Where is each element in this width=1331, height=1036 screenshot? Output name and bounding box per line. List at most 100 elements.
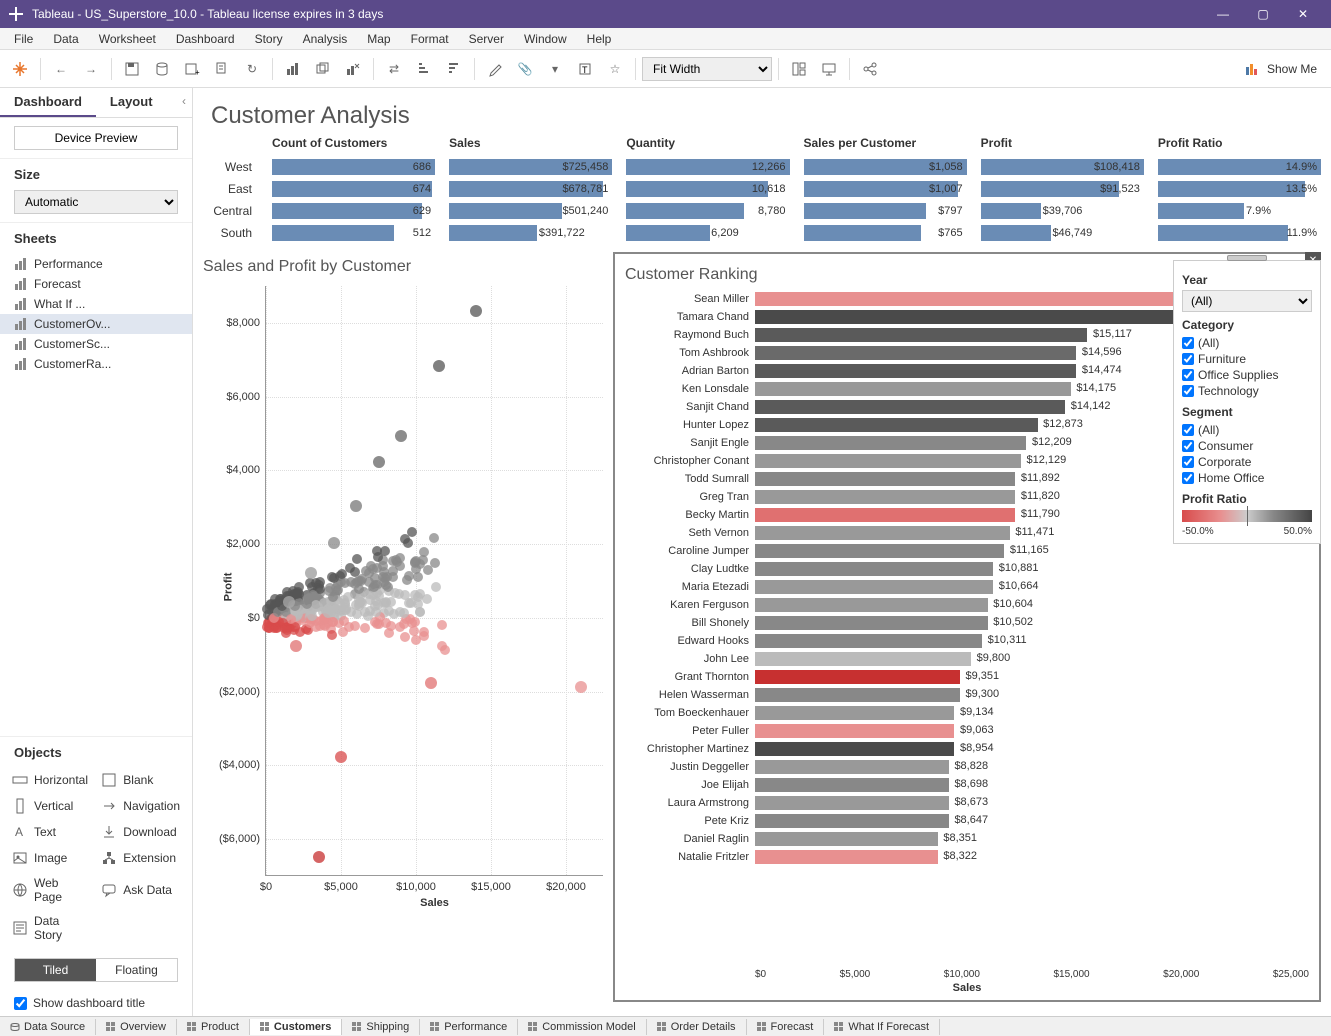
new-worksheet-button[interactable]	[279, 55, 307, 83]
save-button[interactable]	[118, 55, 146, 83]
worksheet-tab[interactable]: Customers	[250, 1019, 342, 1035]
scatter-point[interactable]	[419, 627, 429, 637]
category-check[interactable]	[1182, 385, 1194, 397]
scatter-point[interactable]	[437, 620, 447, 630]
scatter-point[interactable]	[437, 641, 447, 651]
menu-analysis[interactable]: Analysis	[293, 30, 358, 48]
scatter-point[interactable]	[340, 578, 350, 588]
scatter-point[interactable]	[400, 534, 410, 544]
summary-bar[interactable]: 11.9%	[1158, 222, 1321, 244]
scatter-plot[interactable]: Profit Sales $8,000$6,000$4,000$2,000$0(…	[265, 286, 603, 876]
scatter-point[interactable]	[373, 552, 383, 562]
refresh-dropdown[interactable]	[208, 55, 236, 83]
scatter-point[interactable]	[371, 607, 381, 617]
sort-desc-button[interactable]	[440, 55, 468, 83]
worksheet-tab[interactable]: Overview	[96, 1019, 177, 1035]
menu-window[interactable]: Window	[514, 30, 577, 48]
category-check[interactable]	[1182, 337, 1194, 349]
swap-button[interactable]: ⇄	[380, 55, 408, 83]
segment-check[interactable]	[1182, 440, 1194, 452]
ranking-row[interactable]: Peter Fuller$9,063	[625, 722, 1309, 740]
scatter-point[interactable]	[361, 566, 371, 576]
worksheet-tab[interactable]: What If Forecast	[824, 1019, 940, 1035]
scatter-point[interactable]	[283, 596, 295, 608]
fit-select[interactable]: Fit Width	[642, 57, 772, 81]
scatter-point[interactable]	[335, 751, 347, 763]
ranking-row[interactable]: Karen Ferguson$10,604	[625, 596, 1309, 614]
scatter-point[interactable]	[328, 592, 338, 602]
object-horizontal[interactable]: Horizontal	[8, 768, 93, 792]
menu-data[interactable]: Data	[43, 30, 88, 48]
sheet-item[interactable]: Forecast	[0, 274, 192, 294]
totals-dropdown[interactable]: ▾	[541, 55, 569, 83]
category-check[interactable]	[1182, 369, 1194, 381]
tab-layout[interactable]: Layout	[96, 88, 167, 117]
worksheet-tab[interactable]: Forecast	[747, 1019, 825, 1035]
tab-dashboard[interactable]: Dashboard	[0, 88, 96, 117]
scatter-point[interactable]	[381, 618, 391, 628]
tableau-icon[interactable]	[6, 55, 34, 83]
scatter-point[interactable]	[402, 575, 412, 585]
scatter-point[interactable]	[313, 851, 325, 863]
size-select[interactable]: Automatic	[14, 190, 178, 214]
summary-bar[interactable]: 674	[272, 178, 435, 200]
floating-button[interactable]: Floating	[96, 959, 177, 981]
menu-file[interactable]: File	[4, 30, 43, 48]
scatter-point[interactable]	[282, 623, 292, 633]
scatter-point[interactable]	[470, 305, 482, 317]
summary-bar[interactable]: $391,722	[449, 222, 612, 244]
sheet-item[interactable]: What If ...	[0, 294, 192, 314]
ranking-row[interactable]: Clay Ludtke$10,881	[625, 560, 1309, 578]
summary-bar[interactable]: 512	[272, 222, 435, 244]
scatter-point[interactable]	[413, 572, 423, 582]
clear-button[interactable]	[339, 55, 367, 83]
scatter-point[interactable]	[305, 567, 317, 579]
worksheet-tab[interactable]: Data Source	[0, 1019, 96, 1035]
scatter-point[interactable]	[290, 640, 302, 652]
scatter-point[interactable]	[350, 621, 360, 631]
sheet-item[interactable]: CustomerOv...	[0, 314, 192, 334]
scatter-point[interactable]	[328, 537, 340, 549]
filters-drag-handle[interactable]	[1227, 255, 1267, 261]
scatter-point[interactable]	[425, 677, 437, 689]
summary-bar[interactable]: 686	[272, 156, 435, 178]
object-image[interactable]: Image	[8, 846, 93, 870]
summary-bar[interactable]: 10,618	[626, 178, 789, 200]
summary-bar[interactable]: $46,749	[981, 222, 1144, 244]
scatter-point[interactable]	[328, 617, 338, 627]
sheet-item[interactable]: CustomerSc...	[0, 334, 192, 354]
sort-asc-button[interactable]	[410, 55, 438, 83]
ranking-row[interactable]: Bill Shonely$10,502	[625, 614, 1309, 632]
ranking-row[interactable]: Helen Wasserman$9,300	[625, 686, 1309, 704]
summary-bar[interactable]: 7.9%	[1158, 200, 1321, 222]
ranking-row[interactable]: Daniel Raglin$8,351	[625, 830, 1309, 848]
menu-format[interactable]: Format	[401, 30, 459, 48]
ranking-row[interactable]: Edward Hooks$10,311	[625, 632, 1309, 650]
object-data-story[interactable]: Data Story	[8, 910, 93, 946]
scatter-point[interactable]	[378, 561, 388, 571]
scatter-point[interactable]	[381, 597, 391, 607]
redo-button[interactable]: →	[77, 55, 105, 83]
summary-bar[interactable]: 6,209	[626, 222, 789, 244]
color-legend[interactable]	[1182, 510, 1312, 522]
group-button[interactable]: 📎	[511, 55, 539, 83]
scatter-point[interactable]	[339, 616, 349, 626]
refresh-button[interactable]: ↻	[238, 55, 266, 83]
scatter-point[interactable]	[338, 627, 348, 637]
scatter-point[interactable]	[400, 632, 410, 642]
presentation-button[interactable]	[815, 55, 843, 83]
scatter-point[interactable]	[395, 553, 405, 563]
summary-bar[interactable]: 12,266	[626, 156, 789, 178]
object-extension[interactable]: Extension	[97, 846, 184, 870]
close-button[interactable]: ✕	[1283, 0, 1323, 28]
object-blank[interactable]: Blank	[97, 768, 184, 792]
scatter-point[interactable]	[360, 607, 370, 617]
undo-button[interactable]: ←	[47, 55, 75, 83]
summary-bar[interactable]: $1,058	[804, 156, 967, 178]
year-select[interactable]: (All)	[1182, 290, 1312, 312]
summary-bar[interactable]: $797	[804, 200, 967, 222]
scatter-point[interactable]	[395, 607, 405, 617]
highlight-button[interactable]	[481, 55, 509, 83]
scatter-point[interactable]	[350, 579, 360, 589]
summary-bar[interactable]: $108,418	[981, 156, 1144, 178]
